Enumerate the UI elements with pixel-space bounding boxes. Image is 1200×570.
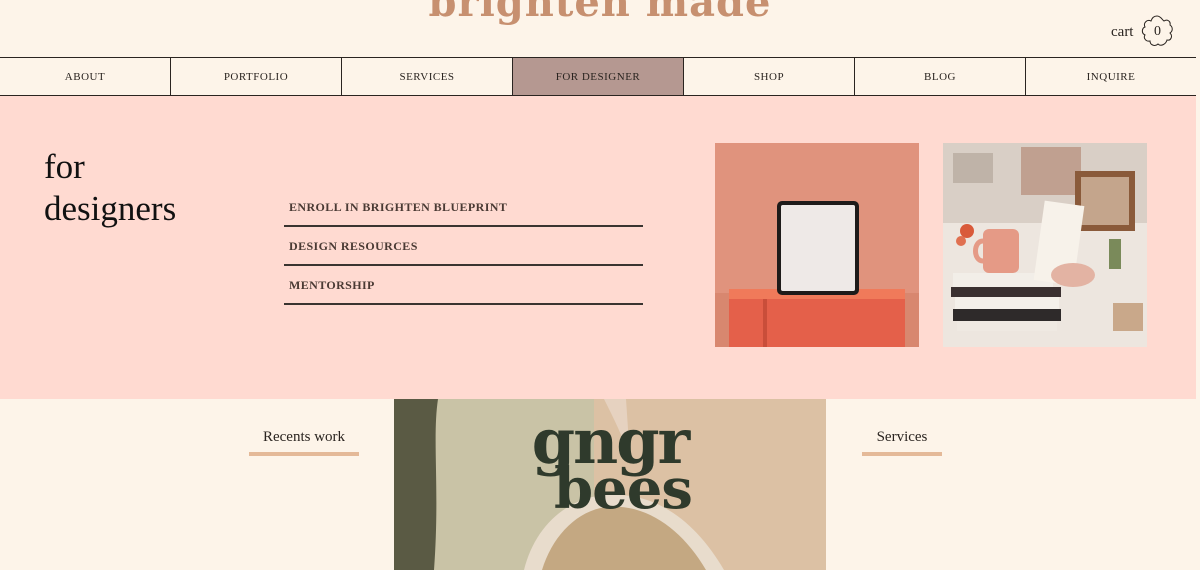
cart-label: cart: [1111, 23, 1134, 40]
recent-work-underline: [249, 452, 359, 456]
design-resources-link[interactable]: DESIGN RESOURCES: [284, 227, 643, 266]
nav-services[interactable]: SERVICES: [342, 58, 513, 95]
designer-links-list: ENROLL IN BRIGHTEN BLUEPRINT DESIGN RESO…: [284, 188, 643, 305]
mentorship-link[interactable]: MENTORSHIP: [284, 266, 643, 305]
featured-section: Recents work gngr bees Services: [0, 399, 1196, 570]
for-designers-section: for designers ENROLL IN BRIGHTEN BLUEPRI…: [0, 96, 1196, 399]
site-header: brighten made cart 0: [0, 0, 1200, 57]
cart-button[interactable]: cart 0: [1111, 14, 1175, 50]
page-title: for designers: [44, 146, 176, 230]
services-label: Services: [876, 429, 928, 445]
cart-flower-icon: 0: [1139, 14, 1175, 50]
tablet-mockup-photo: [715, 143, 919, 347]
page-title-line1: for: [44, 147, 85, 186]
services-link[interactable]: Services: [862, 429, 942, 456]
recent-work-label: Recents work: [262, 429, 346, 445]
nav-inquire[interactable]: INQUIRE: [1026, 58, 1196, 95]
desk-flatlay-photo: [943, 143, 1147, 347]
recent-work-link[interactable]: Recents work: [249, 429, 359, 456]
nav-shop[interactable]: SHOP: [684, 58, 855, 95]
nav-for-designer[interactable]: FOR DESIGNER: [513, 58, 684, 95]
site-logo[interactable]: brighten made: [0, 0, 1200, 23]
services-underline: [862, 452, 942, 456]
main-nav: ABOUT PORTFOLIO SERVICES FOR DESIGNER SH…: [0, 57, 1196, 96]
enroll-blueprint-link[interactable]: ENROLL IN BRIGHTEN BLUEPRINT: [284, 188, 643, 227]
cart-count: 0: [1153, 24, 1161, 39]
nav-portfolio[interactable]: PORTFOLIO: [171, 58, 342, 95]
page-title-line2: designers: [44, 189, 177, 228]
nav-about[interactable]: ABOUT: [0, 58, 171, 95]
nav-blog[interactable]: BLOG: [855, 58, 1026, 95]
gngr-bees-banner[interactable]: gngr bees: [394, 399, 826, 570]
banner-line-2: bees: [554, 456, 693, 522]
